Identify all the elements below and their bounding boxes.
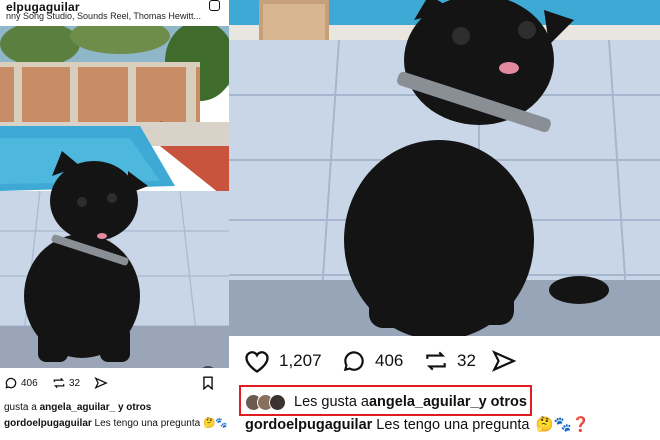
like-count: 1,207 xyxy=(279,351,322,370)
liked-by-prefix: Les gusta a xyxy=(294,394,369,410)
repost-count-zoomed: 32 xyxy=(457,351,476,370)
save-action[interactable] xyxy=(202,376,214,390)
bookmark-icon xyxy=(203,376,213,390)
repost-count: 32 xyxy=(69,377,81,389)
comment-icon xyxy=(5,377,17,389)
share-action[interactable] xyxy=(94,376,108,390)
liked-by-user[interactable]: angela_aguilar_ xyxy=(40,402,116,413)
repost-icon xyxy=(53,377,65,389)
right-post-panel: 1,207 406 32 Les gusta a angela_aguilar_… xyxy=(229,0,660,440)
liked-by-text[interactable]: gusta a angela_aguilar_ y otros xyxy=(4,402,151,413)
repost-icon xyxy=(426,351,446,371)
music-credit[interactable]: nny Song Studio, Sounds Reel, Thomas Hew… xyxy=(6,11,201,21)
post-actions-bar: 406 32 xyxy=(4,376,226,394)
post-caption-zoomed: gordoelpugaguilar Les tengo una pregunta… xyxy=(245,416,590,434)
liked-by-text-zoomed[interactable]: Les gusta a angela_aguilar_ y otros xyxy=(245,389,527,415)
post-caption: gordoelpugaguilar Les tengo una pregunta… xyxy=(4,418,229,429)
comment-icon xyxy=(343,351,364,372)
left-post-panel: elpugaguilar nny Song Studio, Sounds Ree… xyxy=(0,0,229,440)
post-photo[interactable] xyxy=(0,26,229,368)
caption-text: Les tengo una pregunta xyxy=(372,416,530,433)
caption-username[interactable]: gordoelpugaguilar xyxy=(4,418,92,429)
liked-by-suffix: y otros xyxy=(115,402,152,413)
caption-username[interactable]: gordoelpugaguilar xyxy=(245,417,372,433)
comment-action-zoomed[interactable]: 406 xyxy=(341,348,403,374)
caption-emoji: 🤔🐾❓ xyxy=(202,418,229,429)
caption-text: Les tengo una pregunta xyxy=(91,418,203,429)
liked-by-user[interactable]: angela_aguilar_ xyxy=(369,394,479,410)
pug-closeup-image xyxy=(229,0,660,336)
post-actions-bar-zoomed: 1,207 406 32 xyxy=(243,348,643,380)
caption-emoji: 🤔🐾❓ xyxy=(535,417,590,433)
liked-by-suffix: y otros xyxy=(478,394,527,410)
comment-count-zoomed: 406 xyxy=(375,351,404,370)
repost-action-zoomed[interactable]: 32 xyxy=(423,348,476,374)
comment-action[interactable]: 406 xyxy=(4,376,38,390)
post-photo-zoomed[interactable] xyxy=(229,0,660,336)
send-icon xyxy=(94,377,108,389)
pug-by-pool-image xyxy=(0,26,229,368)
repost-action[interactable]: 32 xyxy=(52,376,80,390)
avatar xyxy=(269,393,286,411)
share-action-zoomed[interactable] xyxy=(491,348,517,374)
add-post-icon[interactable] xyxy=(209,0,220,11)
comment-count: 406 xyxy=(21,377,38,389)
heart-icon xyxy=(245,351,269,373)
liker-avatars[interactable] xyxy=(245,393,286,411)
send-icon xyxy=(491,350,517,372)
liked-by-prefix: gusta a xyxy=(4,402,40,413)
like-action[interactable]: 1,207 xyxy=(243,348,322,374)
